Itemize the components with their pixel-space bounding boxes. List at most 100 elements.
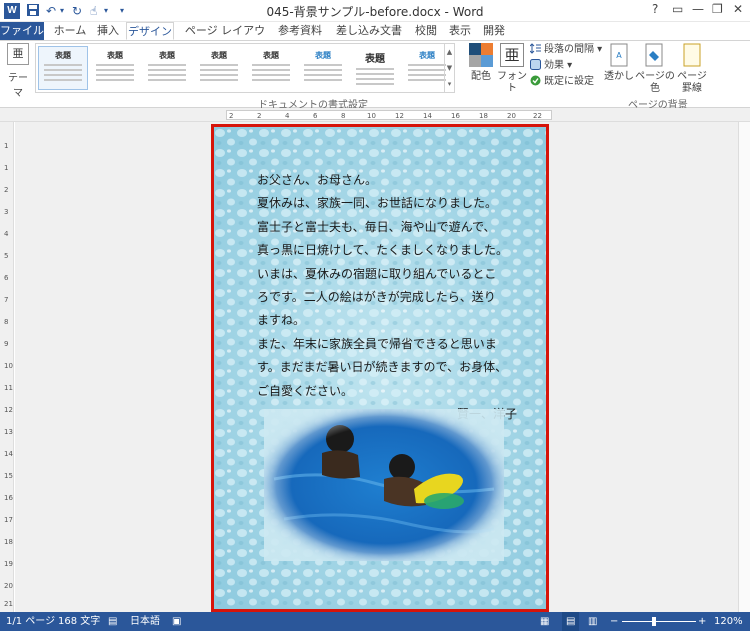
ruler-label: 20 [507,112,516,120]
ruler-label: 21 [4,600,13,608]
restore-button[interactable]: ❐ [712,2,723,16]
title-bar: W ↶ ▾ ↻ ☝ ▾ ▾ 045-背景サンプル-before.docx - W… [0,0,750,22]
ruler-label: 17 [4,516,13,524]
fonts-label: フォント [497,71,527,94]
tab-mailings[interactable]: 差し込み文書 [330,22,408,40]
page-color-button[interactable]: ページの色 [634,43,676,95]
themes-icon: 亜 [7,43,29,65]
zoom-slider-thumb[interactable] [652,617,656,626]
ruler-label: 10 [367,112,376,120]
watermark-button[interactable]: A 透かし [604,43,634,83]
paragraph-spacing-icon [529,43,541,54]
word-count[interactable]: 168 文字 [58,612,100,631]
language-indicator[interactable]: 日本語 [130,612,160,631]
ribbon-design: 亜 テーマ 表題 表題 表題 表題 表題 表題 表題 表題 ▲ ▼ ▾ 配色 亜… [0,40,750,111]
macro-record-icon[interactable]: ▣ [172,612,181,631]
letter-line: ろです。二人の絵はがきが完成したら、送り [257,289,496,304]
ribbon-tabs: ファイル ホーム 挿入 デザイン ページ レイアウト 参考資料 差し込み文書 校… [0,22,750,55]
page-count[interactable]: 1/1 ページ [6,612,55,631]
style-set-item[interactable]: 表題 [350,46,400,90]
tab-insert[interactable]: 挿入 [92,22,124,40]
zoom-in-button[interactable]: + [698,612,706,631]
status-bar: 1/1 ページ 168 文字 ▤ 日本語 ▣ ▦ ▤ ▥ − + 120% [0,612,750,631]
ruler-label: 3 [4,208,9,216]
zoom-level[interactable]: 120% [714,612,743,631]
help-button[interactable]: ? [652,2,658,16]
ruler-label: 15 [4,472,13,480]
ruler-text-area: 2 2 4 6 8 10 12 14 16 18 20 22 [226,110,552,120]
print-layout-icon[interactable]: ▤ [562,612,580,631]
web-layout-icon[interactable]: ▥ [588,612,597,631]
ruler-label: 2 [4,186,9,194]
fonts-button[interactable]: 亜 フォント [496,43,528,95]
themes-label: テーマ [8,73,28,99]
ruler-label: 10 [4,362,13,370]
ruler-label: 19 [4,560,13,568]
colors-button[interactable]: 配色 [466,43,496,83]
fonts-icon: 亜 [500,43,524,67]
letter-line: お父さん、お母さん。 [257,173,378,187]
ruler-label: 14 [423,112,432,120]
ruler-label: 1 [4,164,9,172]
page-borders-button[interactable]: ページ 罫線 [676,43,708,95]
ribbon-options-icon[interactable]: ▭ [672,2,683,16]
ruler-label: 4 [4,230,9,238]
tab-design[interactable]: デザイン [126,22,174,40]
effects-icon [530,59,541,70]
tab-references[interactable]: 参考資料 [272,22,328,40]
letter-line: 夏休みは、家族一同、お世話になりました。 [257,196,498,211]
page-color-icon [643,43,667,67]
ruler-label: 16 [4,494,13,502]
ruler-label: 6 [313,112,318,120]
pool-photo[interactable] [264,409,504,561]
style-set-item[interactable]: 表題 [38,46,88,90]
paragraph-spacing-button[interactable]: 段落の間隔 ▾ [529,43,602,57]
ruler-label: 14 [4,450,13,458]
window-title: 045-背景サンプル-before.docx - Word [266,5,484,19]
proofing-icon[interactable]: ▤ [108,612,117,631]
ruler-label: 8 [341,112,346,120]
themes-button[interactable]: 亜 テーマ [4,43,32,99]
read-mode-icon[interactable]: ▦ [540,612,549,631]
set-as-default-button[interactable]: 既定に設定 [530,75,594,89]
vertical-scrollbar[interactable] [738,122,750,612]
tab-file[interactable]: ファイル [0,22,44,40]
ruler-label: 13 [4,428,13,436]
ruler-label: 16 [451,112,460,120]
vertical-ruler[interactable]: 1 1 2 3 4 5 6 7 8 9 10 11 12 13 14 15 16… [0,122,14,612]
ruler-label: 7 [4,296,9,304]
check-circle-icon [530,75,541,86]
ruler-label: 6 [4,274,9,282]
style-set-item[interactable]: 表題 [194,46,244,90]
ruler-label: 22 [533,112,542,120]
close-button[interactable]: ✕ [733,2,743,16]
effects-button[interactable]: 効果 ▾ [530,59,572,73]
colors-label: 配色 [471,71,491,82]
ruler-label: 8 [4,318,9,326]
zoom-slider[interactable] [622,621,696,622]
letter-line: 真っ黒に日焼けして、たくましくなりました。 [257,243,509,258]
minimize-button[interactable]: — [692,2,704,16]
style-set-item[interactable]: 表題 [298,46,348,90]
ruler-label: 12 [4,406,13,414]
tab-view[interactable]: 表示 [444,22,476,40]
horizontal-ruler[interactable]: 2 2 4 6 8 10 12 14 16 18 20 22 [0,108,750,122]
document-page[interactable]: お父さん、お母さん。 夏休みは、家族一同、お世話になりました。 富士子と富士夫も… [211,124,549,612]
style-set-item[interactable]: 表題 [142,46,192,90]
letter-line: す。まだまだ暑い日が続きますので、お身体、 [257,360,508,375]
letter-line: ご自愛ください。 [257,383,354,398]
tab-home[interactable]: ホーム [50,22,90,40]
tab-page-layout[interactable]: ページ レイアウト [180,22,270,55]
tab-developer[interactable]: 開発 [478,22,510,40]
style-set-item[interactable]: 表題 [246,46,296,90]
letter-text[interactable]: お父さん、お母さん。 夏休みは、家族一同、お世話になりました。 富士子と富士夫も… [257,169,517,426]
tab-review[interactable]: 校閲 [410,22,442,40]
zoom-out-button[interactable]: − [610,612,618,631]
watermark-label: 透かし [604,71,634,82]
page-borders-label: ページ 罫線 [677,71,707,94]
ruler-label: 18 [4,538,13,546]
ruler-label: 11 [4,384,13,392]
ruler-label: 5 [4,252,9,260]
style-set-item[interactable]: 表題 [90,46,140,90]
gallery-scroll[interactable]: ▲ ▼ ▾ [444,44,454,92]
